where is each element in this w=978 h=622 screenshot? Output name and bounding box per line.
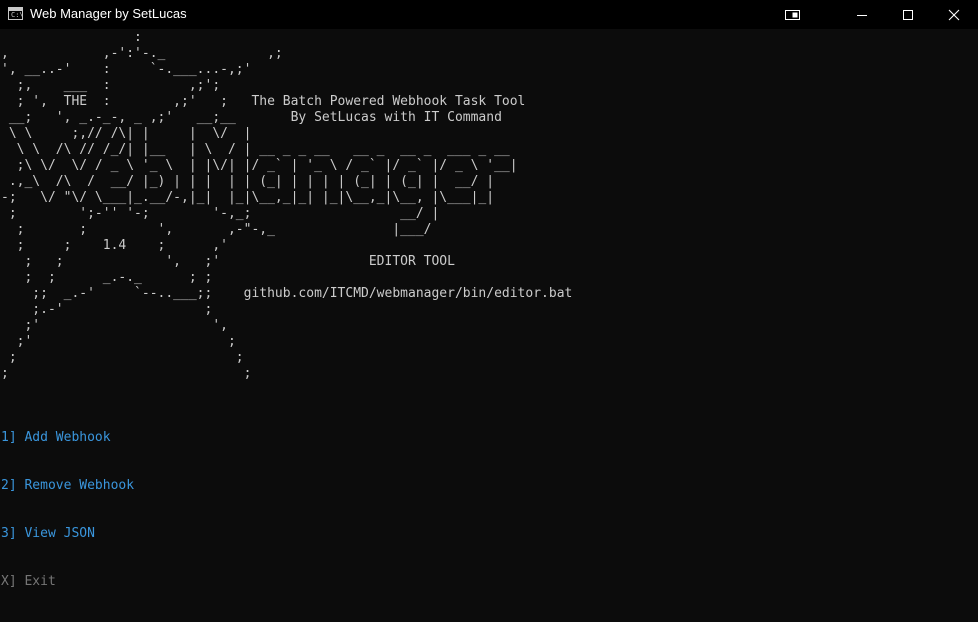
menu-key: 2] [1,478,17,493]
maximize-icon [903,9,913,20]
menu-item-add-webhook[interactable]: 1] Add Webhook [1,430,134,446]
close-icon [948,9,960,20]
menu-list: 1] Add Webhook 2] Remove Webhook 3] View… [1,398,134,622]
title-bar[interactable]: C:\ Web Manager by SetLucas [0,0,978,29]
snap-icon [785,9,800,20]
snap-layout-button[interactable] [770,0,816,29]
minimize-icon [857,14,867,16]
ascii-banner: : , ,-':'-._ ,; ', __..-' : `-.___...-,;… [1,30,573,381]
menu-item-view-json[interactable]: 3] View JSON [1,526,134,542]
maximize-button[interactable] [885,0,931,29]
menu-key: X] [1,574,17,589]
minimize-button[interactable] [839,0,885,29]
menu-key: 3] [1,526,17,541]
console-icon[interactable]: C:\ [8,7,24,20]
menu-item-remove-webhook[interactable]: 2] Remove Webhook [1,478,134,494]
menu-label: Remove Webhook [24,478,135,493]
menu-item-exit[interactable]: X] Exit [1,574,134,590]
close-button[interactable] [931,0,977,29]
menu-label: Exit [24,574,56,589]
menu-key: 1] [1,430,17,445]
window-title: Web Manager by SetLucas [30,6,187,21]
menu-label: View JSON [24,526,95,541]
console-area[interactable]: : , ,-':'-._ ,; ', __..-' : `-.___...-,;… [0,29,978,590]
menu-label: Add Webhook [24,430,111,445]
